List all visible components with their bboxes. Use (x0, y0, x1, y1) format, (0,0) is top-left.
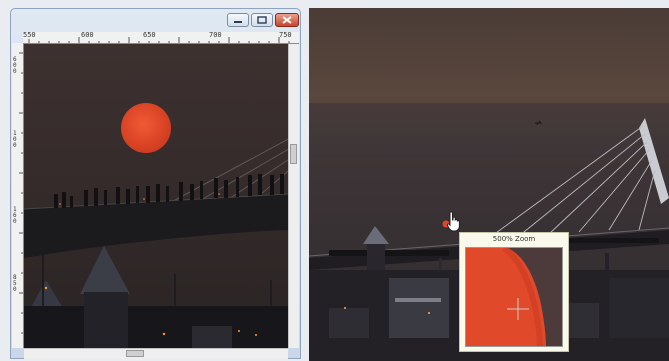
ruler-label: 750 (279, 32, 292, 39)
ruler-label: 600 (81, 32, 94, 39)
maximize-icon (257, 16, 267, 24)
image-canvas[interactable] (24, 44, 288, 348)
sunset-bridge-image (24, 44, 288, 348)
ruler-label: 650 (143, 32, 156, 39)
ruler-label: 0 (13, 142, 17, 149)
horizontal-ruler: 550 600 650 700 750 (23, 32, 299, 44)
ruler-label: 550 (23, 32, 36, 39)
zoom-title: 500% Zoom (492, 235, 536, 243)
horizontal-scroll-thumb[interactable] (126, 350, 144, 357)
ruler-ticks (28, 37, 290, 43)
vertical-ruler: 6 0 0 1 0 0 1 6 0 8 5 0 (12, 43, 24, 348)
vertical-scroll-thumb[interactable] (290, 144, 297, 164)
sun (121, 103, 171, 153)
zoom-magnifier-view (465, 247, 563, 347)
zoom-image (466, 248, 562, 346)
horizontal-scrollbar[interactable] (24, 348, 288, 359)
minimize-icon (234, 21, 242, 23)
minimize-button[interactable] (227, 13, 249, 27)
ruler-ticks (19, 52, 23, 334)
maximize-button[interactable] (251, 13, 273, 27)
ruler-label: 700 (209, 32, 222, 39)
ruler-label: 0 (13, 218, 17, 225)
vertical-scrollbar[interactable] (288, 44, 299, 348)
close-icon (282, 16, 292, 24)
image-viewer-window: 550 600 650 700 750 6 0 0 1 0 0 1 6 0 8 … (10, 8, 301, 359)
ruler-label: 0 (13, 286, 17, 293)
ruler-label: 0 (13, 68, 17, 75)
zoom-popup: 500% Zoom (459, 232, 569, 352)
close-button[interactable] (275, 13, 299, 27)
hand-cursor-icon (442, 210, 462, 234)
